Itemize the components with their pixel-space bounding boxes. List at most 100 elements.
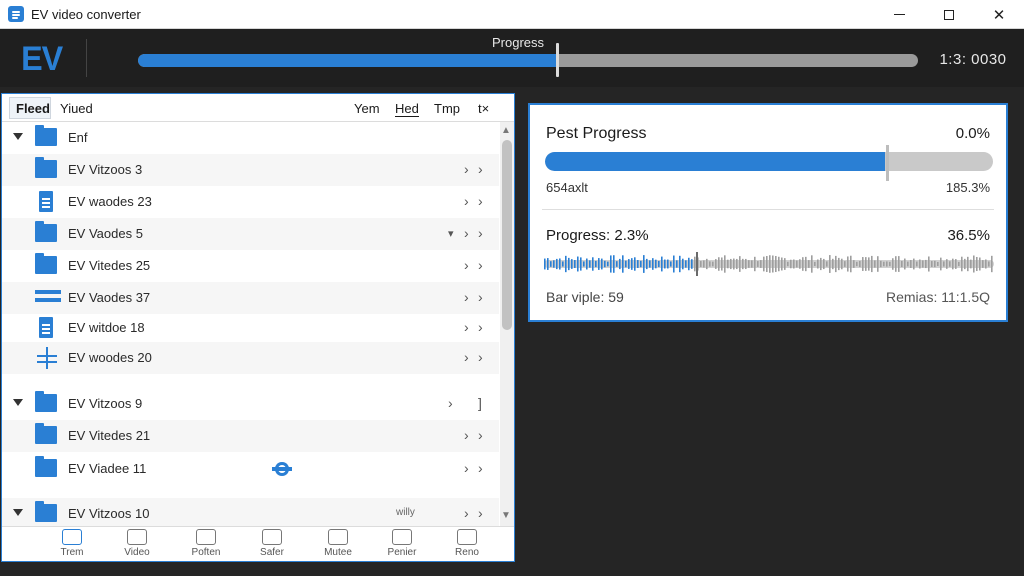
waveform-bar <box>703 260 705 268</box>
waveform-bar <box>598 258 600 270</box>
list-item[interactable]: EV Vitzoos 3 › › <box>2 154 499 186</box>
waveform-bar <box>631 258 633 270</box>
chevron-right-icon[interactable]: › <box>464 161 469 177</box>
minimize-button[interactable] <box>874 0 924 29</box>
expand-arrow-icon[interactable] <box>13 509 23 516</box>
waveform-bar <box>934 260 936 268</box>
toolbar-button-safer[interactable]: Safer <box>244 529 300 558</box>
panel-divider <box>542 209 994 210</box>
list-item[interactable]: EV Vitzoos 9 › ] <box>2 388 499 420</box>
waveform-bar <box>769 255 771 273</box>
waveform-bar <box>601 258 603 270</box>
chevron-right-icon[interactable]: › <box>478 349 483 365</box>
waveform-bar <box>916 261 918 267</box>
audio-waveform[interactable] <box>544 252 994 276</box>
chevron-right-icon[interactable]: › <box>464 349 469 365</box>
waveform-bar <box>892 258 894 270</box>
waveform-bar <box>724 255 726 273</box>
toolbar-button-reno[interactable]: Reno <box>439 529 495 558</box>
waveform-bar <box>928 256 930 272</box>
chevron-right-icon[interactable]: › <box>478 427 483 443</box>
chevron-right-icon[interactable]: › <box>464 427 469 443</box>
waveform-bar <box>943 261 945 267</box>
tab-yiued[interactable]: Yiued <box>60 101 93 116</box>
waveform-bar <box>901 260 903 268</box>
waveform-bar <box>850 255 852 273</box>
folder-icon <box>196 529 216 545</box>
chevron-right-icon[interactable]: › <box>478 505 483 521</box>
chevron-right-icon[interactable]: › <box>448 395 453 411</box>
list-item[interactable]: EV Vitedes 21 › › <box>2 420 499 452</box>
waveform-bar <box>808 260 810 268</box>
chevron-right-icon[interactable]: › <box>478 257 483 273</box>
chevron-right-icon[interactable]: › <box>464 505 469 521</box>
scroll-up-icon[interactable]: ▲ <box>501 125 511 136</box>
chevron-right-icon[interactable]: › <box>478 319 483 335</box>
chevron-right-icon[interactable]: › <box>478 225 483 241</box>
list-item[interactable]: EV Vaodes 37 › › <box>2 282 499 314</box>
toolbar-button-penier[interactable]: Penier <box>374 529 430 558</box>
video-icon <box>127 529 147 545</box>
close-button[interactable]: ✕ <box>974 0 1024 29</box>
panel-progress-track[interactable] <box>545 152 993 171</box>
chevron-right-icon[interactable]: › <box>464 460 469 476</box>
list-item-label: Enf <box>68 130 88 145</box>
waveform-bar <box>766 255 768 273</box>
toolbar-button-mutee[interactable]: Mutee <box>310 529 366 558</box>
chevron-right-icon[interactable]: › <box>478 161 483 177</box>
toolbar-label: Penier <box>387 547 417 558</box>
tab-fleed[interactable]: Fleed <box>16 101 50 116</box>
toolbar-button-poften[interactable]: Poften <box>178 529 234 558</box>
list-item[interactable]: EV Vitedes 25 › › <box>2 250 499 282</box>
waveform-bar <box>634 257 636 271</box>
expand-arrow-icon[interactable] <box>13 133 23 140</box>
chevron-right-icon[interactable]: › <box>478 193 483 209</box>
column-header-yem[interactable]: Yem <box>354 101 380 116</box>
toolbar-button-trem[interactable]: Trem <box>44 529 100 558</box>
column-header-close[interactable]: t× <box>478 101 489 116</box>
toolbar-button-video[interactable]: Video <box>109 529 165 558</box>
panel-progress-handle[interactable] <box>886 145 889 181</box>
chevron-right-icon[interactable]: › <box>464 319 469 335</box>
list-item-label: EV Vaodes 37 <box>68 290 151 305</box>
waveform-bar <box>946 259 948 269</box>
waveform-bar <box>955 259 957 269</box>
chevron-right-icon[interactable]: › <box>478 289 483 305</box>
header-progress-label: Progress <box>491 35 545 50</box>
maximize-button[interactable] <box>924 0 974 29</box>
column-header-tmp[interactable]: Tmp <box>434 101 460 116</box>
waveform-bar <box>817 259 819 269</box>
waveform-bar <box>574 260 576 268</box>
checkbox-icon[interactable]: ] <box>478 395 482 411</box>
list-item[interactable]: Enf <box>2 122 499 154</box>
chevron-right-icon[interactable]: › <box>464 193 469 209</box>
waveform-bar <box>739 256 741 272</box>
chevron-right-icon[interactable]: › <box>464 289 469 305</box>
list-item[interactable]: EV witdoe 18 › › <box>2 312 499 344</box>
waveform-bar <box>961 256 963 272</box>
scrollbar-thumb[interactable] <box>502 140 512 330</box>
vertical-scrollbar[interactable]: ▲ ▼ <box>500 122 514 527</box>
waveform-cursor[interactable] <box>696 252 698 276</box>
main-progress-handle[interactable] <box>555 43 559 77</box>
chevron-right-icon[interactable]: › <box>464 257 469 273</box>
waveform-bar <box>757 261 759 267</box>
chevron-right-icon[interactable]: › <box>464 225 469 241</box>
list-item[interactable]: EV waodes 23 › › <box>2 186 499 218</box>
waveform-bar <box>913 258 915 270</box>
chevron-right-icon[interactable]: › <box>478 460 483 476</box>
scroll-down-icon[interactable]: ▼ <box>501 510 511 521</box>
list-item[interactable]: EV Vaodes 5 ▾ › › <box>2 218 499 250</box>
list-item[interactable]: EV Vitzoos 10 willy › › <box>2 498 499 527</box>
chevron-down-icon[interactable]: ▾ <box>448 227 454 240</box>
main-progress-track[interactable] <box>138 54 918 67</box>
list-item[interactable]: EV woodes 20 › › <box>2 342 499 374</box>
expand-arrow-icon[interactable] <box>13 399 23 406</box>
waveform-bar <box>625 260 627 268</box>
waveform-bar <box>754 256 756 272</box>
waveform-bar <box>799 259 801 269</box>
list-item[interactable]: EV Viadee 11 › › <box>2 453 499 485</box>
gear-icon[interactable] <box>272 462 292 476</box>
window-controls: ✕ <box>874 0 1024 29</box>
column-header-hed[interactable]: Hed <box>395 101 419 117</box>
